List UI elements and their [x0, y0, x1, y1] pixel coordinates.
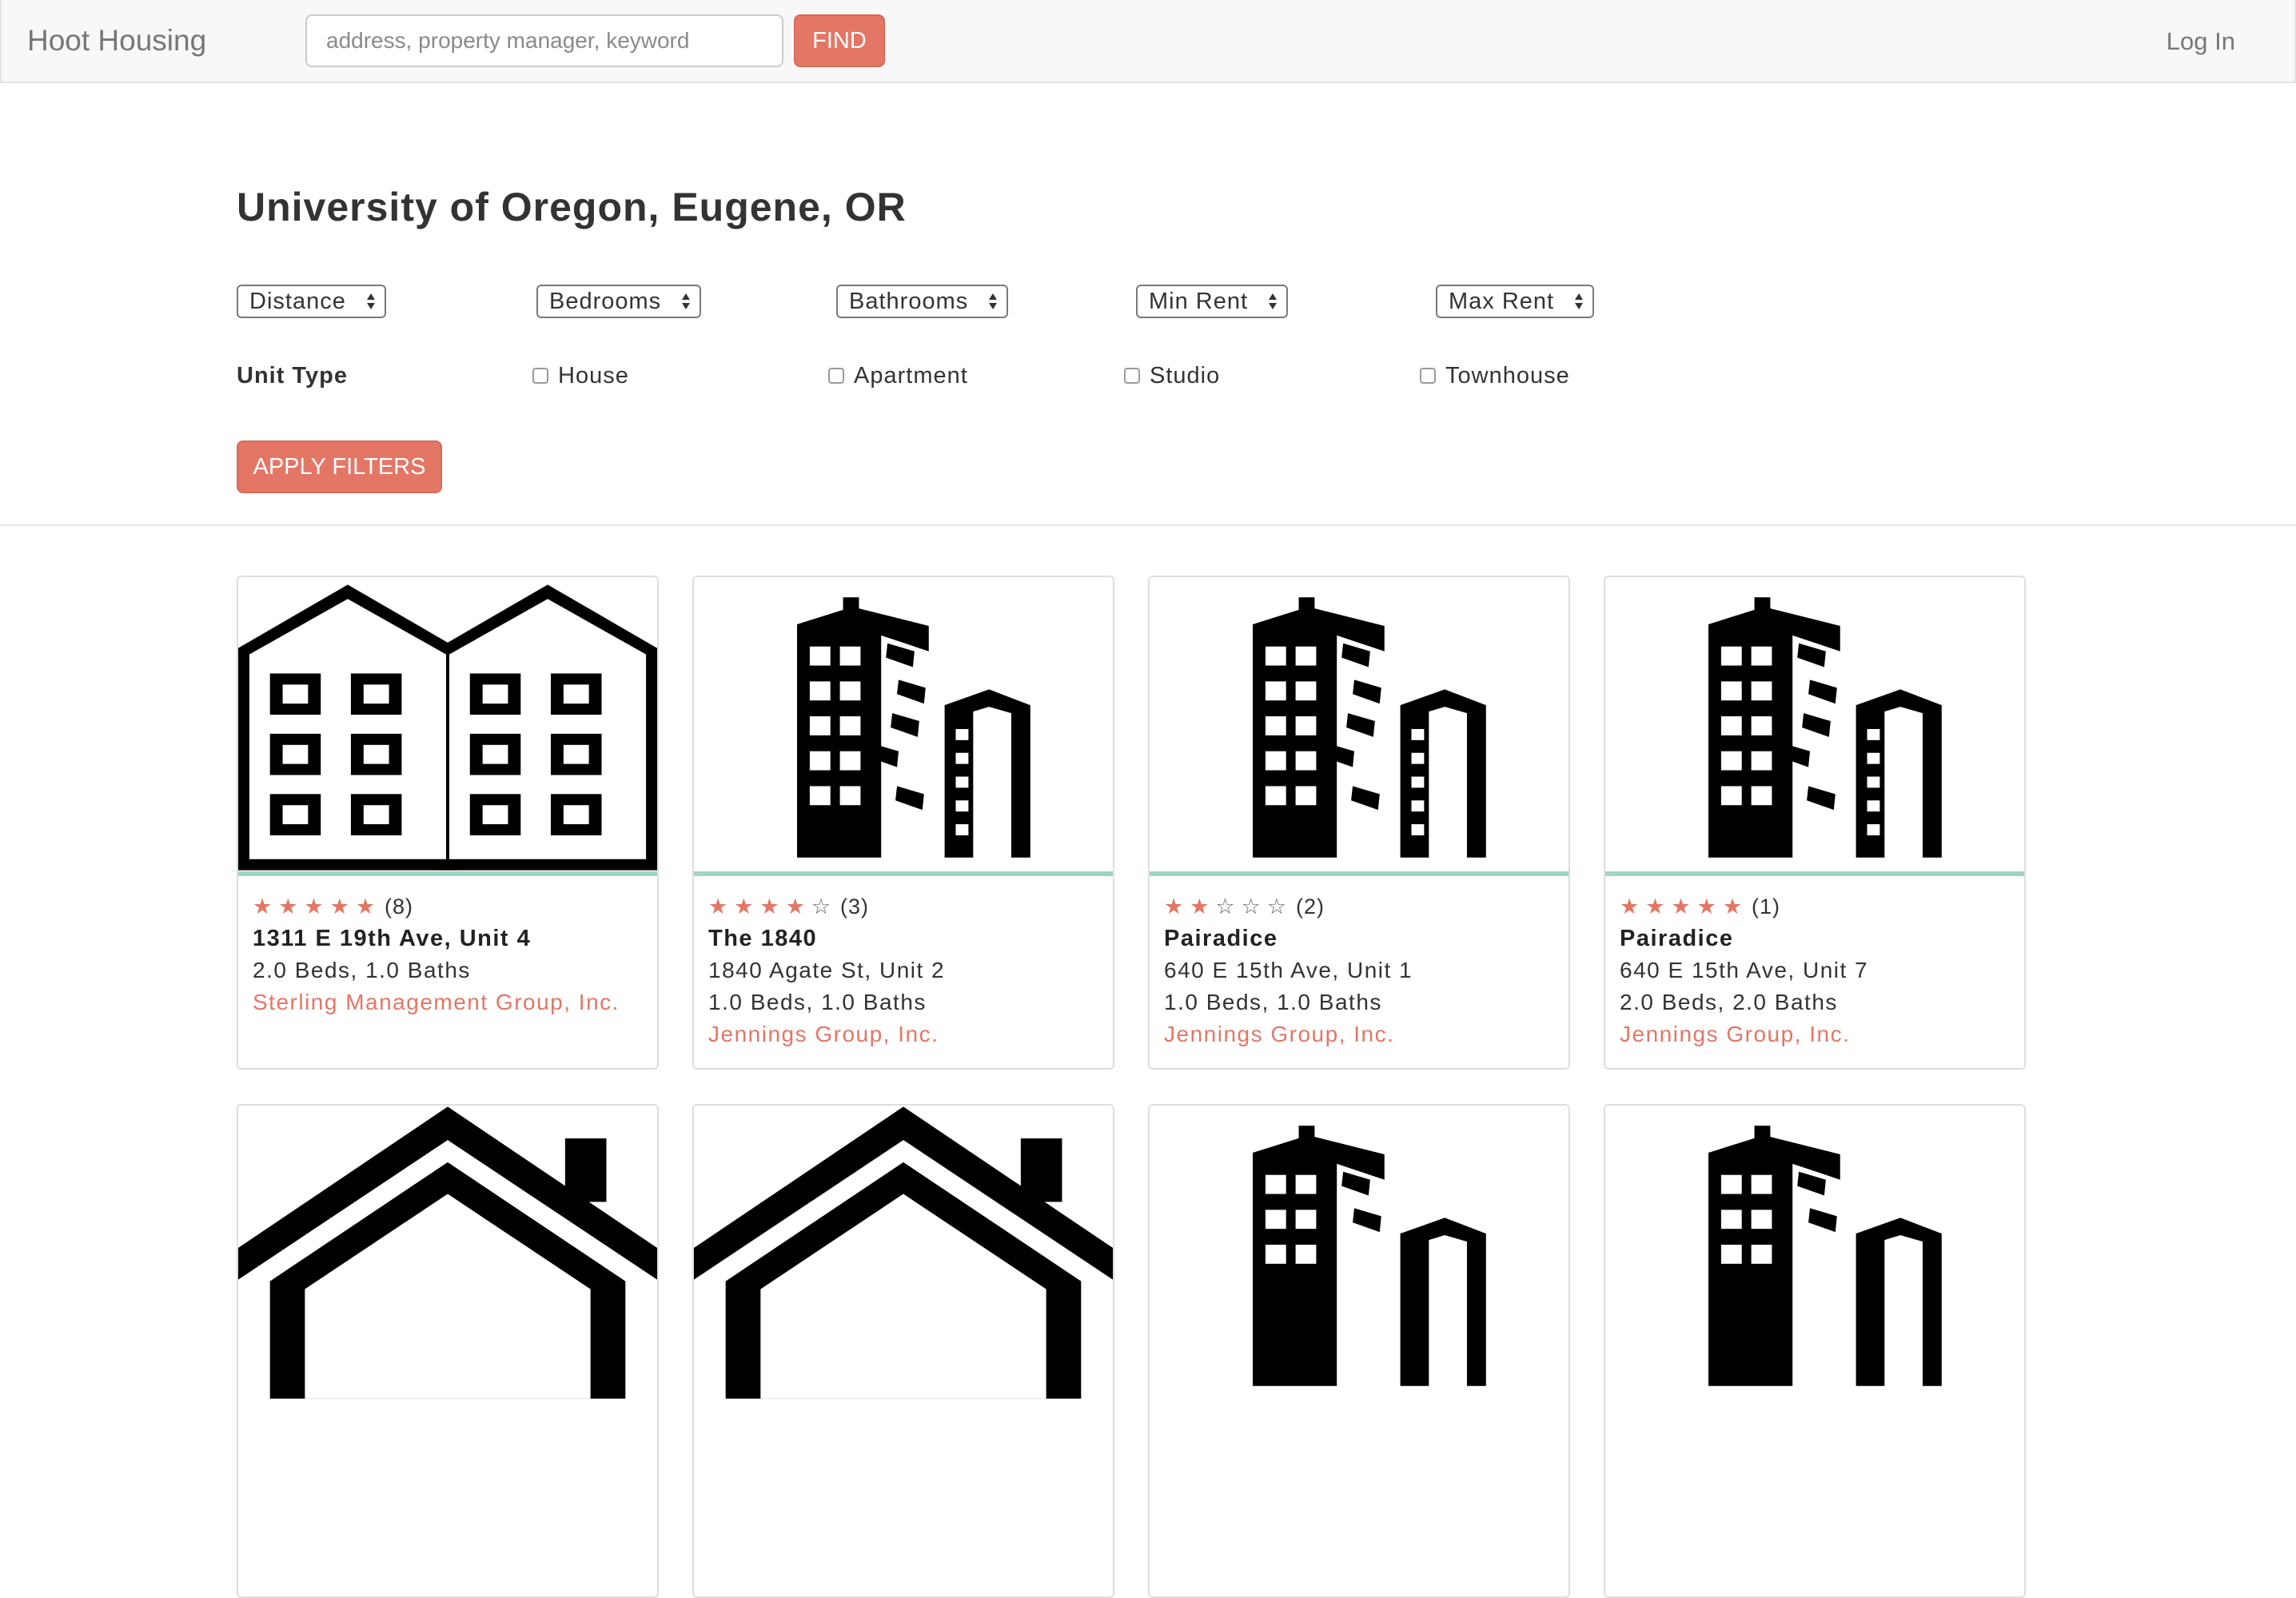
townhouse-icon — [238, 578, 657, 871]
property-manager-link[interactable]: Jennings Group, Inc. — [1164, 1018, 1561, 1050]
login-link[interactable]: Log In — [2166, 27, 2235, 56]
listing-address: 640 E 15th Ave, Unit 7 — [1620, 958, 1869, 982]
studio-checkbox-label: Studio — [1150, 362, 1221, 389]
listing-card[interactable] — [237, 1104, 659, 1598]
apartment-building-icon — [1708, 597, 1942, 858]
house-checkbox-label: House — [558, 362, 629, 389]
select-arrows-icon — [682, 293, 691, 309]
listing-name[interactable]: Pairadice — [1164, 923, 1561, 954]
navbar: Hoot Housing FIND Log In — [0, 0, 2296, 83]
search-input[interactable] — [305, 14, 783, 67]
select-arrows-icon — [989, 293, 998, 309]
max-rent-select-label: Max Rent — [1449, 289, 1555, 314]
min-rent-select[interactable]: Min Rent — [1136, 285, 1289, 318]
property-manager-link[interactable]: Jennings Group, Inc. — [1620, 1018, 2016, 1050]
checkbox-box[interactable] — [532, 368, 548, 384]
bathrooms-select[interactable]: Bathrooms — [836, 285, 1009, 318]
select-arrows-icon — [1575, 293, 1584, 309]
unit-type-label: Unit Type — [237, 363, 348, 389]
card-accent-stripe — [1150, 871, 1569, 876]
listing-name[interactable]: The 1840 — [708, 923, 1105, 954]
section-divider — [0, 524, 2296, 526]
bedrooms-select[interactable]: Bedrooms — [536, 285, 702, 318]
review-count: (1) — [1752, 894, 1781, 919]
townhouse-checkbox-label: Townhouse — [1445, 362, 1570, 389]
select-arrows-icon — [366, 293, 375, 309]
star-rating-icon: ★★★★★ — [1620, 894, 1749, 919]
card-accent-stripe — [1605, 871, 2024, 876]
distance-select[interactable]: Distance — [237, 285, 386, 318]
apartment-building-icon — [1708, 1126, 1942, 1386]
beds-baths: 1.0 Beds, 1.0 Baths — [1164, 990, 1382, 1014]
star-rating-icon: ★★★★★ — [253, 894, 382, 919]
house-checkbox[interactable]: House — [532, 361, 629, 390]
listing-address: 640 E 15th Ave, Unit 1 — [1164, 958, 1413, 982]
card-accent-stripe — [238, 871, 657, 876]
listing-card[interactable] — [692, 1104, 1114, 1598]
townhouse-checkbox[interactable]: Townhouse — [1420, 361, 1570, 390]
bathrooms-select-label: Bathrooms — [849, 289, 969, 314]
listing-card[interactable]: ★★★★☆ (3) The 1840 1840 Agate St, Unit 2… — [692, 576, 1114, 1070]
listing-card[interactable] — [1604, 1104, 2026, 1598]
apartment-checkbox-label: Apartment — [854, 362, 968, 389]
page-title: University of Oregon, Eugene, OR — [237, 185, 907, 229]
min-rent-select-label: Min Rent — [1149, 289, 1249, 314]
star-rating-icon: ★★★★☆ — [708, 894, 838, 919]
max-rent-select[interactable]: Max Rent — [1436, 285, 1595, 318]
house-icon — [694, 1106, 1113, 1399]
review-count: (3) — [840, 894, 870, 919]
house-icon — [238, 1106, 657, 1399]
card-accent-stripe — [694, 871, 1113, 876]
listing-address: 1840 Agate St, Unit 2 — [708, 958, 946, 982]
listing-name[interactable]: Pairadice — [1620, 923, 2016, 954]
beds-baths: 2.0 Beds, 2.0 Baths — [1620, 990, 1838, 1014]
rating: ★★★★★ (1) — [1620, 891, 2016, 923]
review-count: (8) — [385, 894, 414, 919]
apartment-checkbox[interactable]: Apartment — [828, 361, 968, 390]
property-manager-link[interactable]: Jennings Group, Inc. — [708, 1018, 1105, 1050]
checkbox-box[interactable] — [1124, 368, 1140, 384]
rating: ★★★★☆ (3) — [708, 891, 1105, 923]
property-manager-link[interactable]: Sterling Management Group, Inc. — [253, 986, 649, 1018]
checkbox-box[interactable] — [828, 368, 844, 384]
studio-checkbox[interactable]: Studio — [1124, 361, 1220, 390]
brand-logo[interactable]: Hoot Housing — [27, 24, 206, 58]
beds-baths: 1.0 Beds, 1.0 Baths — [708, 990, 927, 1014]
select-arrows-icon — [1269, 293, 1278, 309]
apply-filters-button[interactable]: APPLY FILTERS — [237, 440, 442, 493]
apartment-building-icon — [797, 597, 1030, 858]
beds-baths: 2.0 Beds, 1.0 Baths — [253, 958, 471, 982]
star-rating-icon: ★★☆☆☆ — [1164, 894, 1293, 919]
distance-select-label: Distance — [249, 289, 346, 314]
listing-name[interactable]: 1311 E 19th Ave, Unit 4 — [253, 923, 649, 954]
review-count: (2) — [1296, 894, 1325, 919]
rating: ★★☆☆☆ (2) — [1164, 891, 1561, 923]
listing-card[interactable]: ★★★★★ (1) Pairadice 640 E 15th Ave, Unit… — [1604, 576, 2026, 1070]
listing-card[interactable]: ★★☆☆☆ (2) Pairadice 640 E 15th Ave, Unit… — [1148, 576, 1570, 1070]
apartment-building-icon — [1253, 1126, 1486, 1386]
checkbox-box[interactable] — [1420, 368, 1436, 384]
apartment-building-icon — [1253, 597, 1486, 858]
bedrooms-select-label: Bedrooms — [549, 289, 662, 314]
listing-card[interactable] — [1148, 1104, 1570, 1598]
rating: ★★★★★ (8) — [253, 891, 649, 923]
find-button[interactable]: FIND — [794, 14, 885, 67]
listing-card[interactable]: ★★★★★ (8) 1311 E 19th Ave, Unit 4 2.0 Be… — [237, 576, 659, 1070]
